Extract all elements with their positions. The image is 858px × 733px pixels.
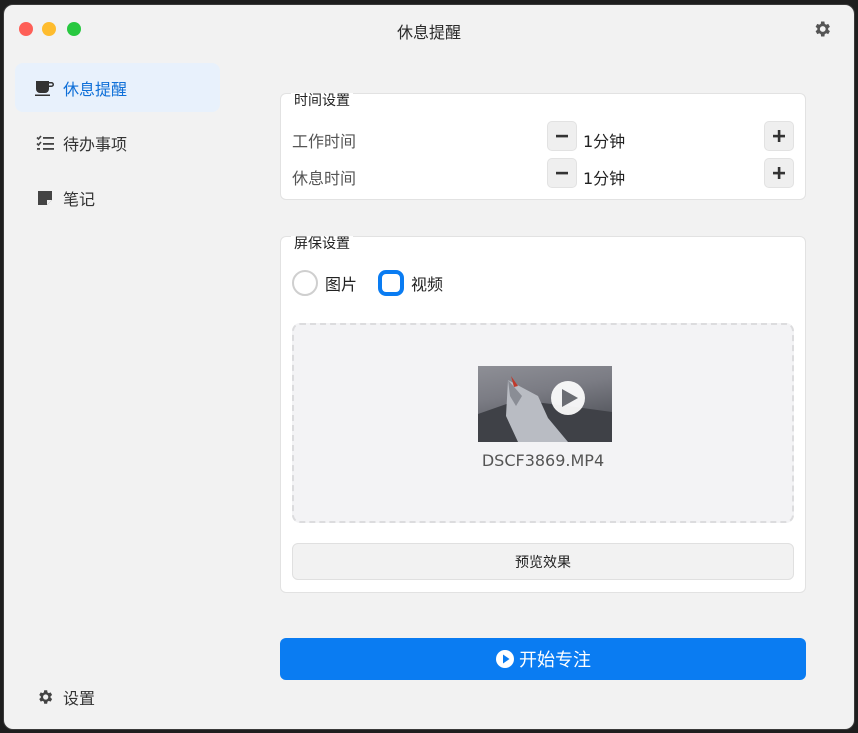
rest-time-label: 休息时间 [292, 169, 357, 188]
work-time-decrease-button[interactable] [547, 121, 577, 151]
checklist-icon [35, 133, 55, 153]
card-legend: 屏保设置 [291, 236, 353, 252]
work-time-row: 工作时间 1分钟 [281, 119, 805, 155]
plus-icon [773, 130, 785, 142]
video-thumbnail[interactable] [478, 366, 612, 442]
note-icon [35, 188, 55, 208]
work-time-value: 1分钟 [583, 132, 626, 151]
coffee-icon [35, 78, 55, 98]
settings-gear-icon[interactable] [812, 19, 832, 39]
option-video-label: 视频 [411, 275, 444, 294]
rest-time-row: 休息时间 1分钟 [281, 156, 805, 192]
sidebar-item-todo[interactable]: 待办事项 [15, 118, 220, 167]
radio-circle [292, 270, 318, 296]
rest-time-decrease-button[interactable] [547, 158, 577, 188]
option-image-label: 图片 [325, 275, 358, 294]
play-circle-icon [495, 649, 515, 669]
sidebar-item-break-reminder[interactable]: 休息提醒 [15, 63, 220, 112]
title-bar: 休息提醒 [4, 5, 854, 53]
app-window: 休息提醒 休息提醒 待办事项 笔记 设置 时间设置 工作时间 1分钟 休息时间 … [3, 4, 855, 730]
screensaver-settings-card: 屏保设置 图片 视频 DSCF3869.MP4 预览效果 [280, 236, 806, 593]
media-dropzone[interactable]: DSCF3869.MP4 [292, 323, 794, 523]
minus-icon [556, 171, 568, 175]
plus-icon [773, 167, 785, 179]
card-legend: 时间设置 [291, 93, 353, 109]
rest-time-increase-button[interactable] [764, 158, 794, 188]
start-focus-label: 开始专注 [519, 650, 591, 671]
option-image-radio[interactable]: 图片 [292, 268, 357, 298]
sidebar-item-label: 待办事项 [63, 134, 128, 154]
sidebar-item-label: 休息提醒 [63, 79, 128, 99]
preview-button[interactable]: 预览效果 [292, 543, 794, 580]
time-settings-card: 时间设置 工作时间 1分钟 休息时间 1分钟 [280, 93, 806, 200]
minus-icon [556, 134, 568, 138]
start-focus-button[interactable]: 开始专注 [280, 638, 806, 680]
window-title: 休息提醒 [396, 23, 461, 42]
video-thumbnail-image [478, 376, 612, 442]
rest-time-value: 1分钟 [583, 169, 626, 188]
sidebar-item-label: 设置 [63, 688, 96, 708]
work-time-label: 工作时间 [292, 132, 357, 151]
video-file-name: DSCF3869.MP4 [481, 451, 605, 470]
sidebar-item-notes[interactable]: 笔记 [15, 173, 220, 222]
radio-selected [378, 270, 404, 296]
gear-icon [35, 687, 55, 707]
sidebar-item-settings[interactable]: 设置 [15, 672, 220, 721]
work-time-increase-button[interactable] [764, 121, 794, 151]
sidebar-item-label: 笔记 [63, 189, 96, 209]
option-video-radio[interactable]: 视频 [378, 268, 443, 298]
